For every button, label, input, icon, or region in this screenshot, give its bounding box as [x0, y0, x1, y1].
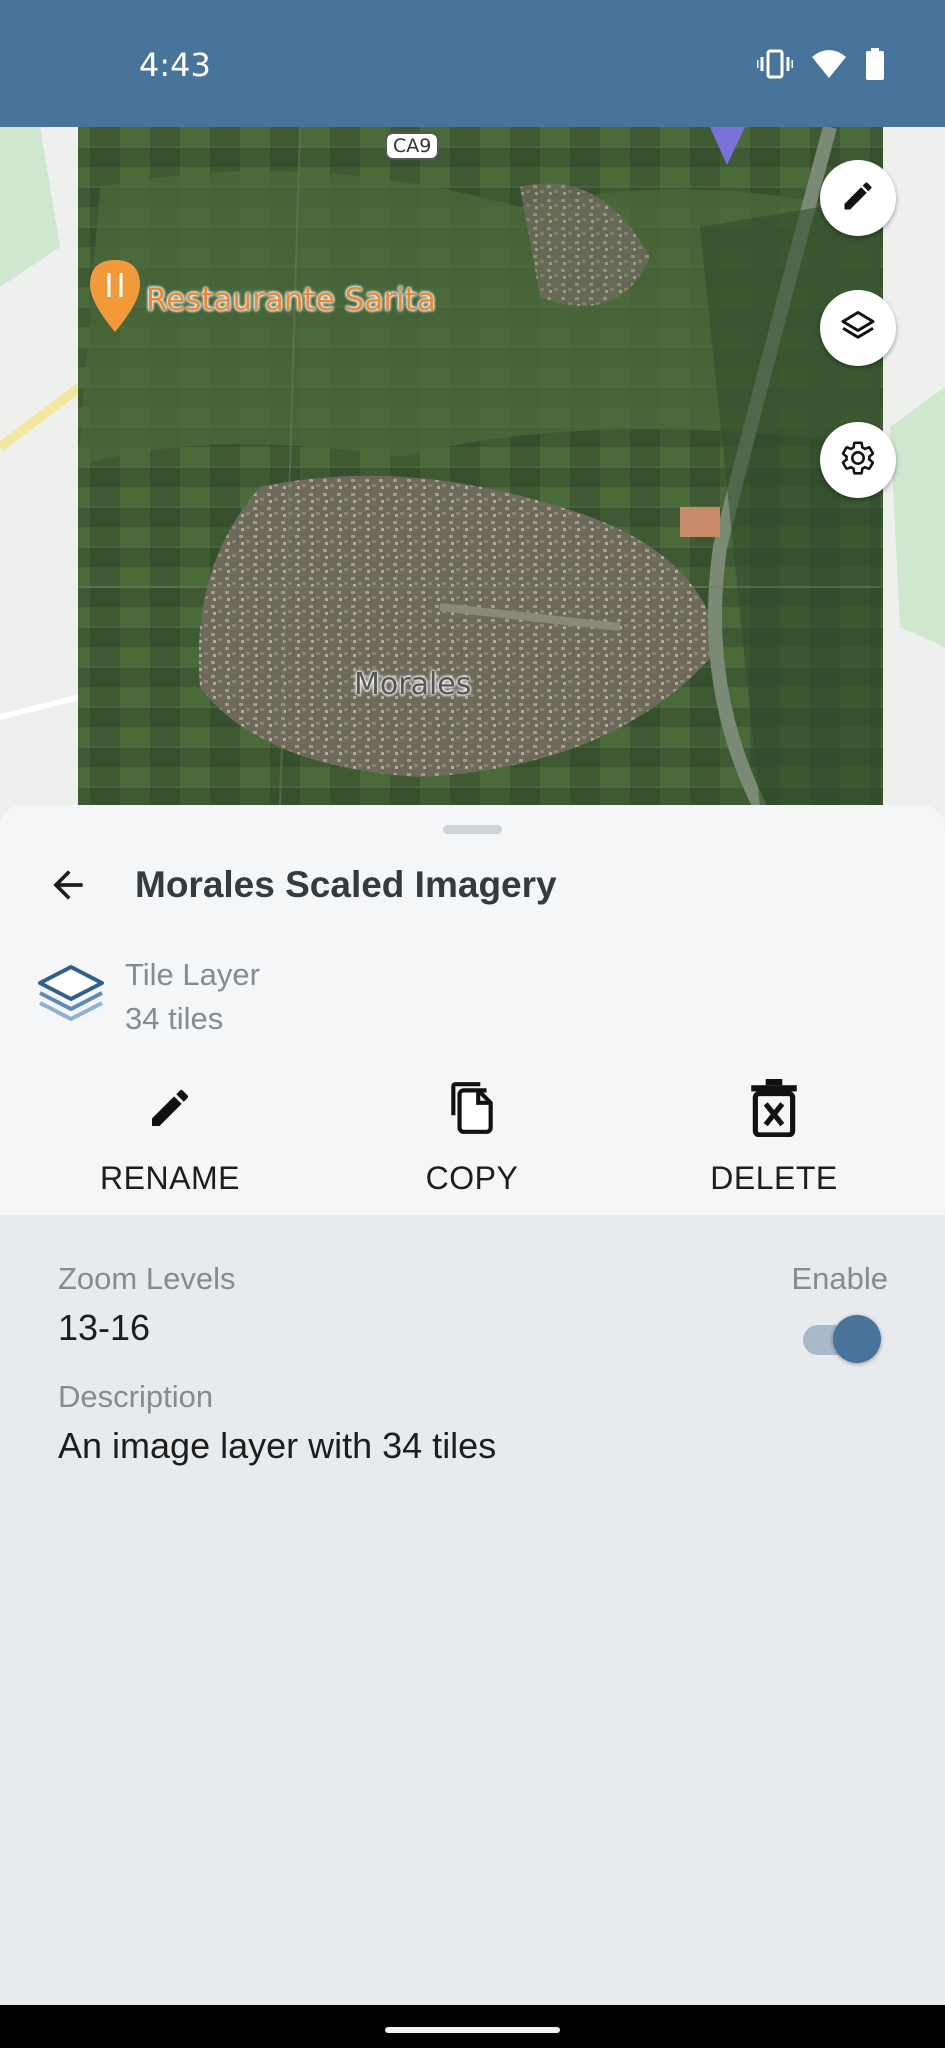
restaurant-label[interactable]: Restaurante Sarita: [146, 282, 436, 318]
copy-label: COPY: [425, 1160, 519, 1196]
trash-icon: [751, 1078, 797, 1142]
layer-details: Zoom Levels 13-16 Enable Description An …: [0, 1215, 945, 2005]
status-icons: [755, 48, 885, 85]
zoom-levels-value: 13-16: [58, 1307, 151, 1348]
map-view[interactable]: CA9 Restaurante Sarita Morales: [0, 127, 945, 827]
road-badge: CA9: [385, 132, 440, 160]
vibrate-icon: [755, 48, 795, 85]
tile-layer-icon: [36, 965, 106, 1026]
status-time: 4:43: [139, 46, 211, 84]
description-label: Description: [58, 1379, 214, 1414]
layer-count: 34 tiles: [125, 1001, 224, 1036]
zoom-levels-label: Zoom Levels: [58, 1261, 236, 1296]
wifi-icon: [811, 49, 847, 84]
enable-label: Enable: [791, 1261, 888, 1296]
enable-toggle[interactable]: [803, 1315, 881, 1363]
layer-detail-sheet: Morales Scaled Imagery Tile Layer 34 til…: [0, 805, 945, 1215]
back-button[interactable]: [38, 857, 98, 917]
delete-label: DELETE: [710, 1160, 838, 1196]
pencil-icon: [146, 1084, 194, 1137]
drag-handle[interactable]: [443, 825, 502, 834]
layers-button[interactable]: [820, 290, 896, 366]
delete-button[interactable]: DELETE: [664, 1078, 884, 1197]
rename-button[interactable]: RENAME: [60, 1080, 280, 1197]
layers-icon: [840, 308, 876, 349]
sheet-title: Morales Scaled Imagery: [135, 864, 557, 905]
edit-icon: [840, 178, 876, 219]
toggle-thumb: [833, 1315, 881, 1363]
settings-icon: [839, 439, 877, 482]
layer-type: Tile Layer: [125, 957, 260, 992]
status-bar: 4:43: [0, 0, 945, 127]
copy-button[interactable]: COPY: [362, 1080, 582, 1197]
map-canvas: [0, 127, 945, 827]
battery-icon: [865, 48, 885, 85]
copy-icon: [447, 1080, 497, 1141]
rename-label: RENAME: [100, 1160, 240, 1196]
navigation-bar: [0, 2005, 945, 2048]
town-label: Morales: [354, 667, 472, 702]
settings-button[interactable]: [820, 422, 896, 498]
edit-map-button[interactable]: [820, 160, 896, 236]
description-value: An image layer with 34 tiles: [58, 1425, 497, 1466]
arrow-back-icon: [46, 863, 90, 912]
home-gesture-handle[interactable]: [385, 2027, 560, 2033]
